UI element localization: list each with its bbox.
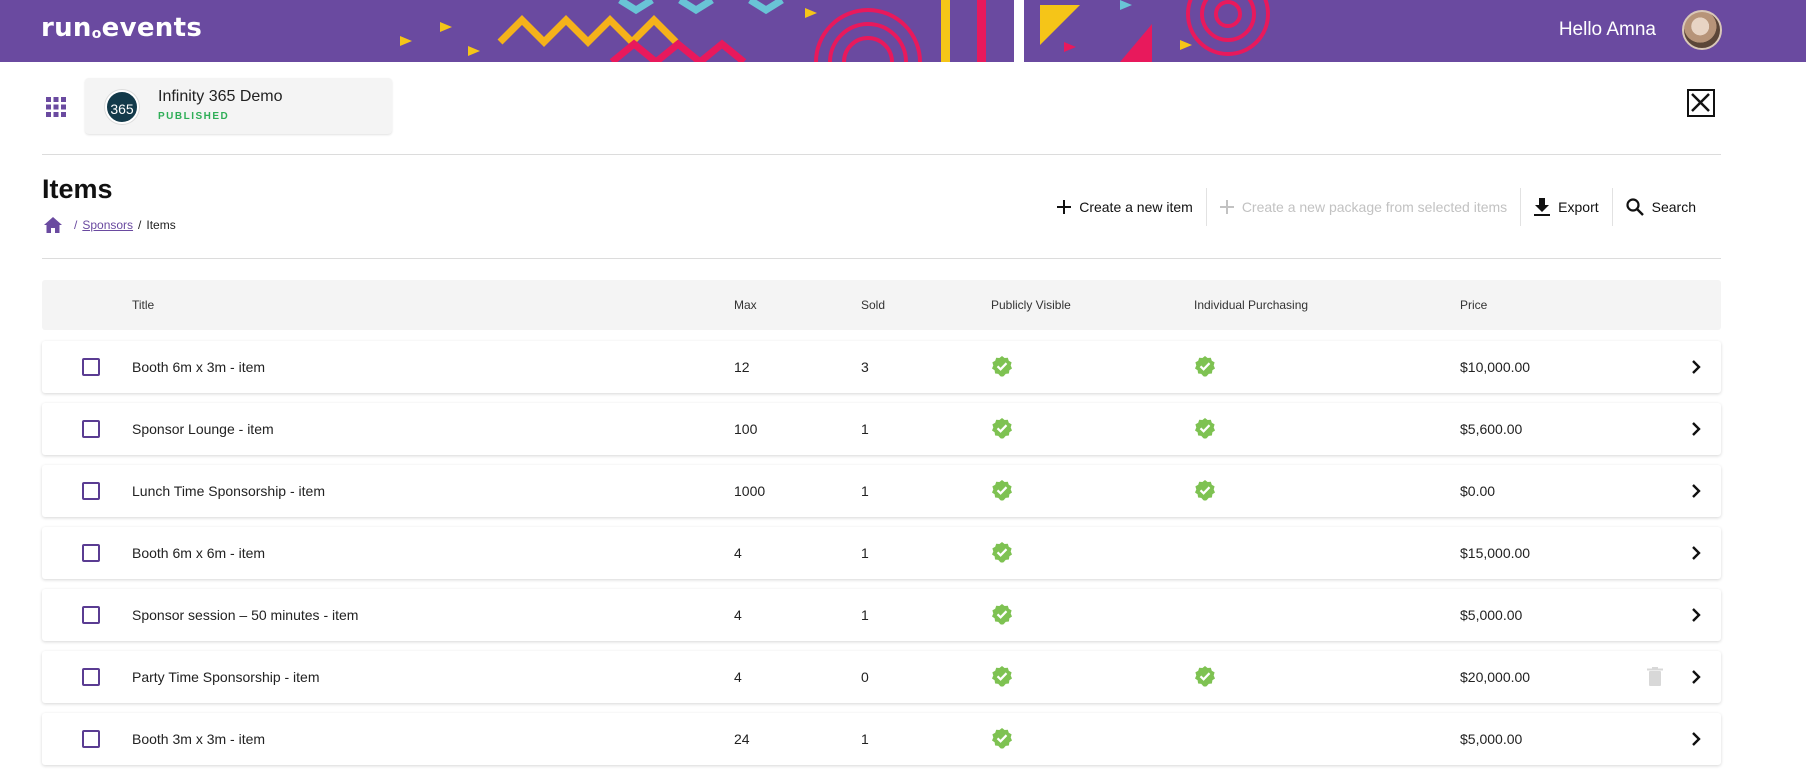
item-sold: 1 — [861, 607, 869, 623]
item-title: Sponsor session – 50 minutes - item — [132, 607, 359, 623]
item-max: 24 — [734, 731, 750, 747]
item-title: Booth 3m x 3m - item — [132, 731, 266, 747]
item-sold: 1 — [861, 483, 869, 499]
create-package-button[interactable]: Create a new package from selected items — [1207, 188, 1520, 226]
row-select-checkbox[interactable] — [82, 730, 100, 748]
apps-grid-icon[interactable] — [45, 96, 67, 118]
item-price: $15,000.00 — [1460, 545, 1531, 561]
table-row[interactable]: Party Time Sponsorship - item 4 0 $20,000.0… — [42, 651, 1721, 703]
event-title: Infinity 365 Demo — [158, 88, 283, 105]
table-row[interactable]: Booth 6m x 3m - item 12 3 $10,000.00 — [42, 341, 1721, 393]
banner-decoration — [400, 0, 1270, 62]
event-status-badge: PUBLISHED — [158, 111, 230, 122]
verified-check-icon — [992, 418, 1012, 439]
chevron-right-icon[interactable] — [1687, 668, 1705, 686]
item-title: Booth 6m x 3m - item — [132, 359, 266, 375]
event-selector-card[interactable]: 365 Infinity 365 Demo PUBLISHED — [85, 78, 392, 134]
download-icon — [1534, 198, 1551, 216]
toolbar: Create a new item Create a new package f… — [1044, 188, 1709, 226]
column-header-publicly-visible[interactable]: Publicly Visible — [991, 298, 1071, 312]
verified-check-icon — [992, 728, 1012, 749]
verified-check-icon — [1195, 418, 1215, 439]
item-sold: 1 — [861, 545, 869, 561]
item-price: $0.00 — [1460, 483, 1496, 499]
verified-check-icon — [1195, 480, 1215, 501]
item-title: Lunch Time Sponsorship - item — [132, 483, 325, 499]
top-banner: runoevents Hello Amna — [0, 0, 1806, 62]
chevron-right-icon[interactable] — [1687, 420, 1705, 438]
breadcrumb-current: Items — [146, 218, 176, 232]
table-row[interactable]: Booth 3m x 3m - item 24 1 $5,000.00 — [42, 713, 1721, 765]
item-price: $20,000.00 — [1460, 669, 1531, 685]
plus-icon — [1057, 200, 1072, 214]
page-title: Items — [42, 174, 113, 204]
column-header-price[interactable]: Price — [1460, 298, 1487, 312]
trash-icon[interactable] — [1647, 667, 1663, 686]
column-header-individual-purchasing[interactable]: Individual Purchasing — [1194, 298, 1308, 312]
verified-check-icon — [1195, 356, 1215, 377]
table-header: Title Max Sold Publicly Visible Individu… — [42, 280, 1721, 330]
item-max: 4 — [734, 669, 742, 685]
user-avatar[interactable] — [1682, 10, 1722, 50]
item-max: 100 — [734, 421, 758, 437]
greeting-text: Hello Amna — [1558, 19, 1656, 40]
column-header-sold[interactable]: Sold — [861, 298, 885, 312]
search-icon — [1626, 198, 1644, 216]
chevron-right-icon[interactable] — [1687, 606, 1705, 624]
item-title: Booth 6m x 6m - item — [132, 545, 266, 561]
row-select-checkbox[interactable] — [82, 544, 100, 562]
row-select-checkbox[interactable] — [82, 668, 100, 686]
item-title: Sponsor Lounge - item — [132, 421, 274, 437]
item-title: Party Time Sponsorship - item — [132, 669, 320, 685]
runevents-logo[interactable]: runoevents — [41, 13, 202, 43]
item-price: $10,000.00 — [1460, 359, 1531, 375]
item-sold: 1 — [861, 421, 869, 437]
chevron-right-icon[interactable] — [1687, 544, 1705, 562]
row-select-checkbox[interactable] — [82, 358, 100, 376]
item-max: 4 — [734, 545, 742, 561]
verified-check-icon — [992, 542, 1012, 563]
row-select-checkbox[interactable] — [82, 606, 100, 624]
item-price: $5,600.00 — [1460, 421, 1523, 437]
verified-check-icon — [992, 480, 1012, 501]
column-header-max[interactable]: Max — [734, 298, 757, 312]
close-button[interactable] — [1687, 89, 1715, 117]
item-price: $5,000.00 — [1460, 607, 1523, 623]
table-row[interactable]: Lunch Time Sponsorship - item 1000 1 $0.00 — [42, 465, 1721, 517]
verified-check-icon — [992, 356, 1012, 377]
table-row[interactable]: Sponsor Lounge - item 100 1 $5,600.00 — [42, 403, 1721, 455]
item-sold: 1 — [861, 731, 869, 747]
create-item-button[interactable]: Create a new item — [1044, 188, 1206, 226]
export-button[interactable]: Export — [1521, 188, 1611, 226]
row-select-checkbox[interactable] — [82, 420, 100, 438]
row-select-checkbox[interactable] — [82, 482, 100, 500]
item-sold: 3 — [861, 359, 869, 375]
item-max: 1000 — [734, 483, 766, 499]
item-max: 4 — [734, 607, 742, 623]
divider — [42, 154, 1721, 155]
column-header-title[interactable]: Title — [132, 298, 154, 312]
breadcrumb-link-sponsors[interactable]: Sponsors — [82, 218, 133, 232]
table-row[interactable]: Sponsor session – 50 minutes - item 4 1 $5,… — [42, 589, 1721, 641]
close-icon — [1691, 93, 1710, 112]
item-price: $5,000.00 — [1460, 731, 1523, 747]
plus-icon — [1219, 200, 1234, 214]
item-max: 12 — [734, 359, 750, 375]
search-button[interactable]: Search — [1613, 188, 1709, 226]
verified-check-icon — [992, 604, 1012, 625]
table-row[interactable]: Booth 6m x 6m - item 4 1 $15,000.00 — [42, 527, 1721, 579]
item-sold: 0 — [861, 669, 869, 685]
divider — [42, 258, 1721, 259]
event-logo: 365 — [105, 90, 139, 124]
verified-check-icon — [1195, 666, 1215, 687]
breadcrumb: / Sponsors / Items — [43, 216, 176, 234]
chevron-right-icon[interactable] — [1687, 358, 1705, 376]
home-icon[interactable] — [43, 216, 63, 234]
verified-check-icon — [992, 666, 1012, 687]
chevron-right-icon[interactable] — [1687, 482, 1705, 500]
chevron-right-icon[interactable] — [1687, 730, 1705, 748]
